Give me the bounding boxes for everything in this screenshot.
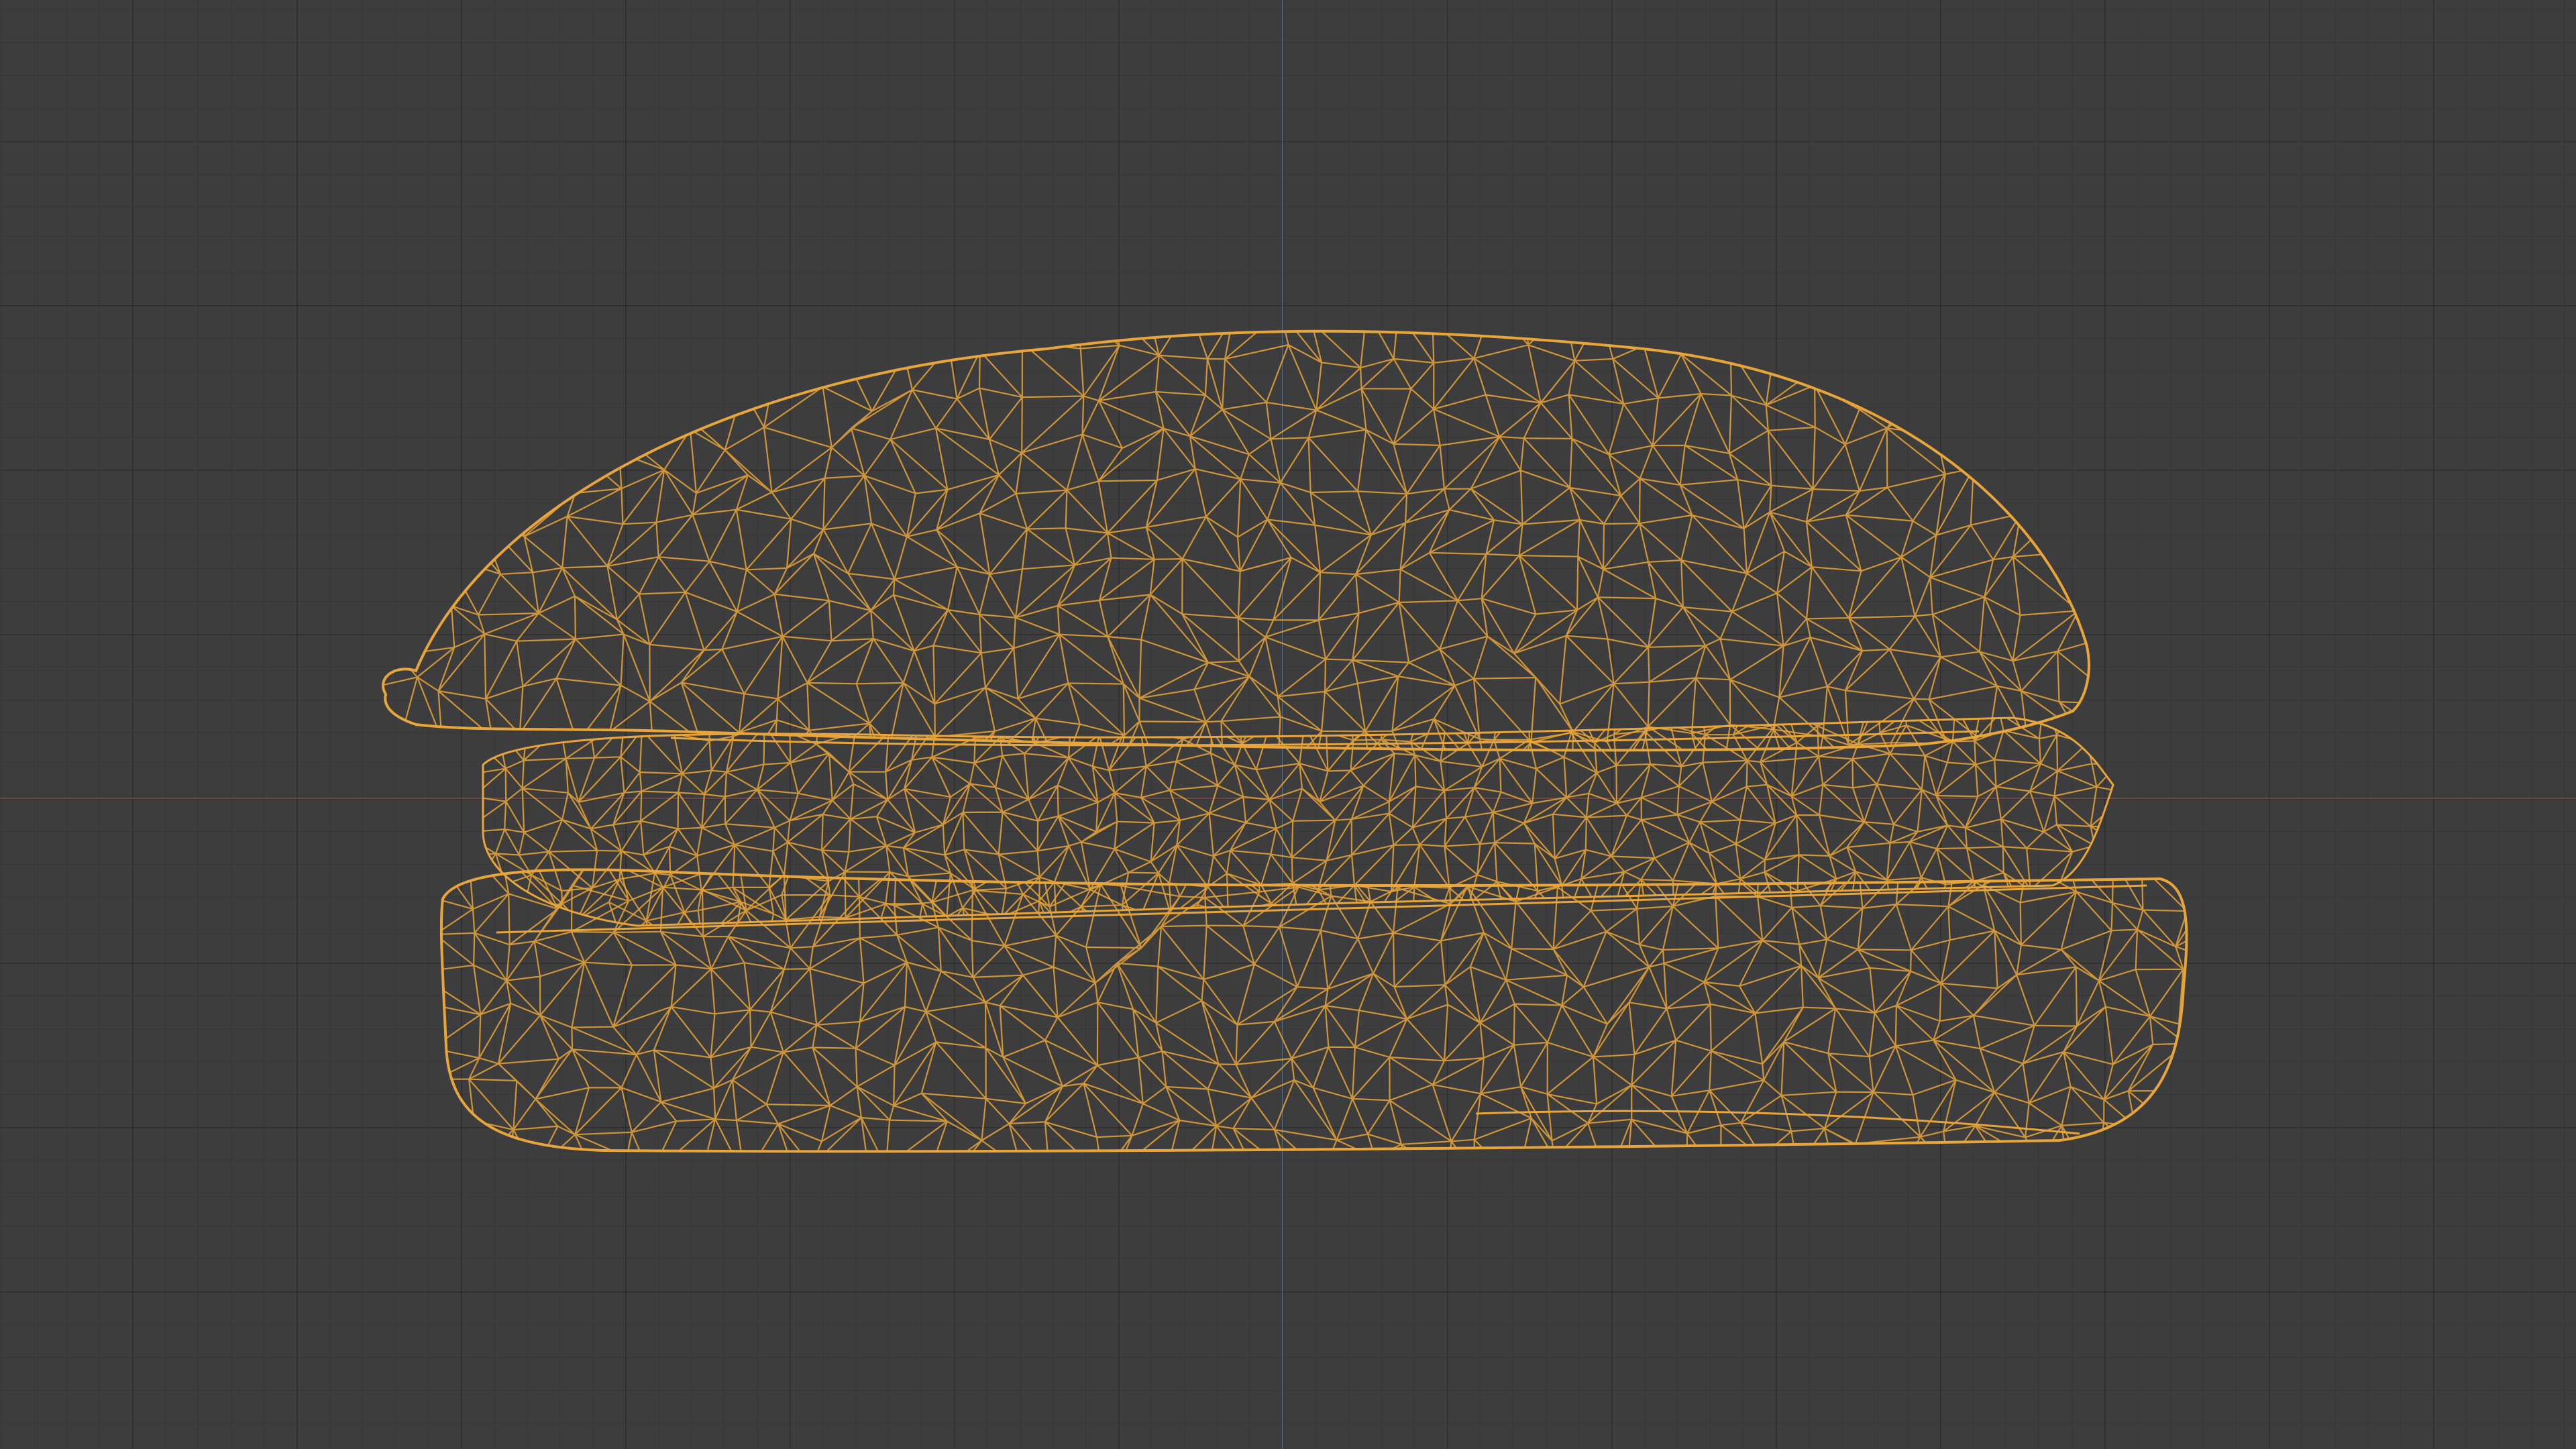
- 3d-viewport[interactable]: [0, 0, 2576, 1449]
- hamburger-wireframe-mesh[interactable]: [0, 0, 2576, 1449]
- bottom-bun-mesh: [441, 869, 2187, 1152]
- top-bun-mesh: [383, 331, 2089, 751]
- mesh-edges: [441, 869, 2187, 1152]
- mesh-edges: [383, 331, 2089, 751]
